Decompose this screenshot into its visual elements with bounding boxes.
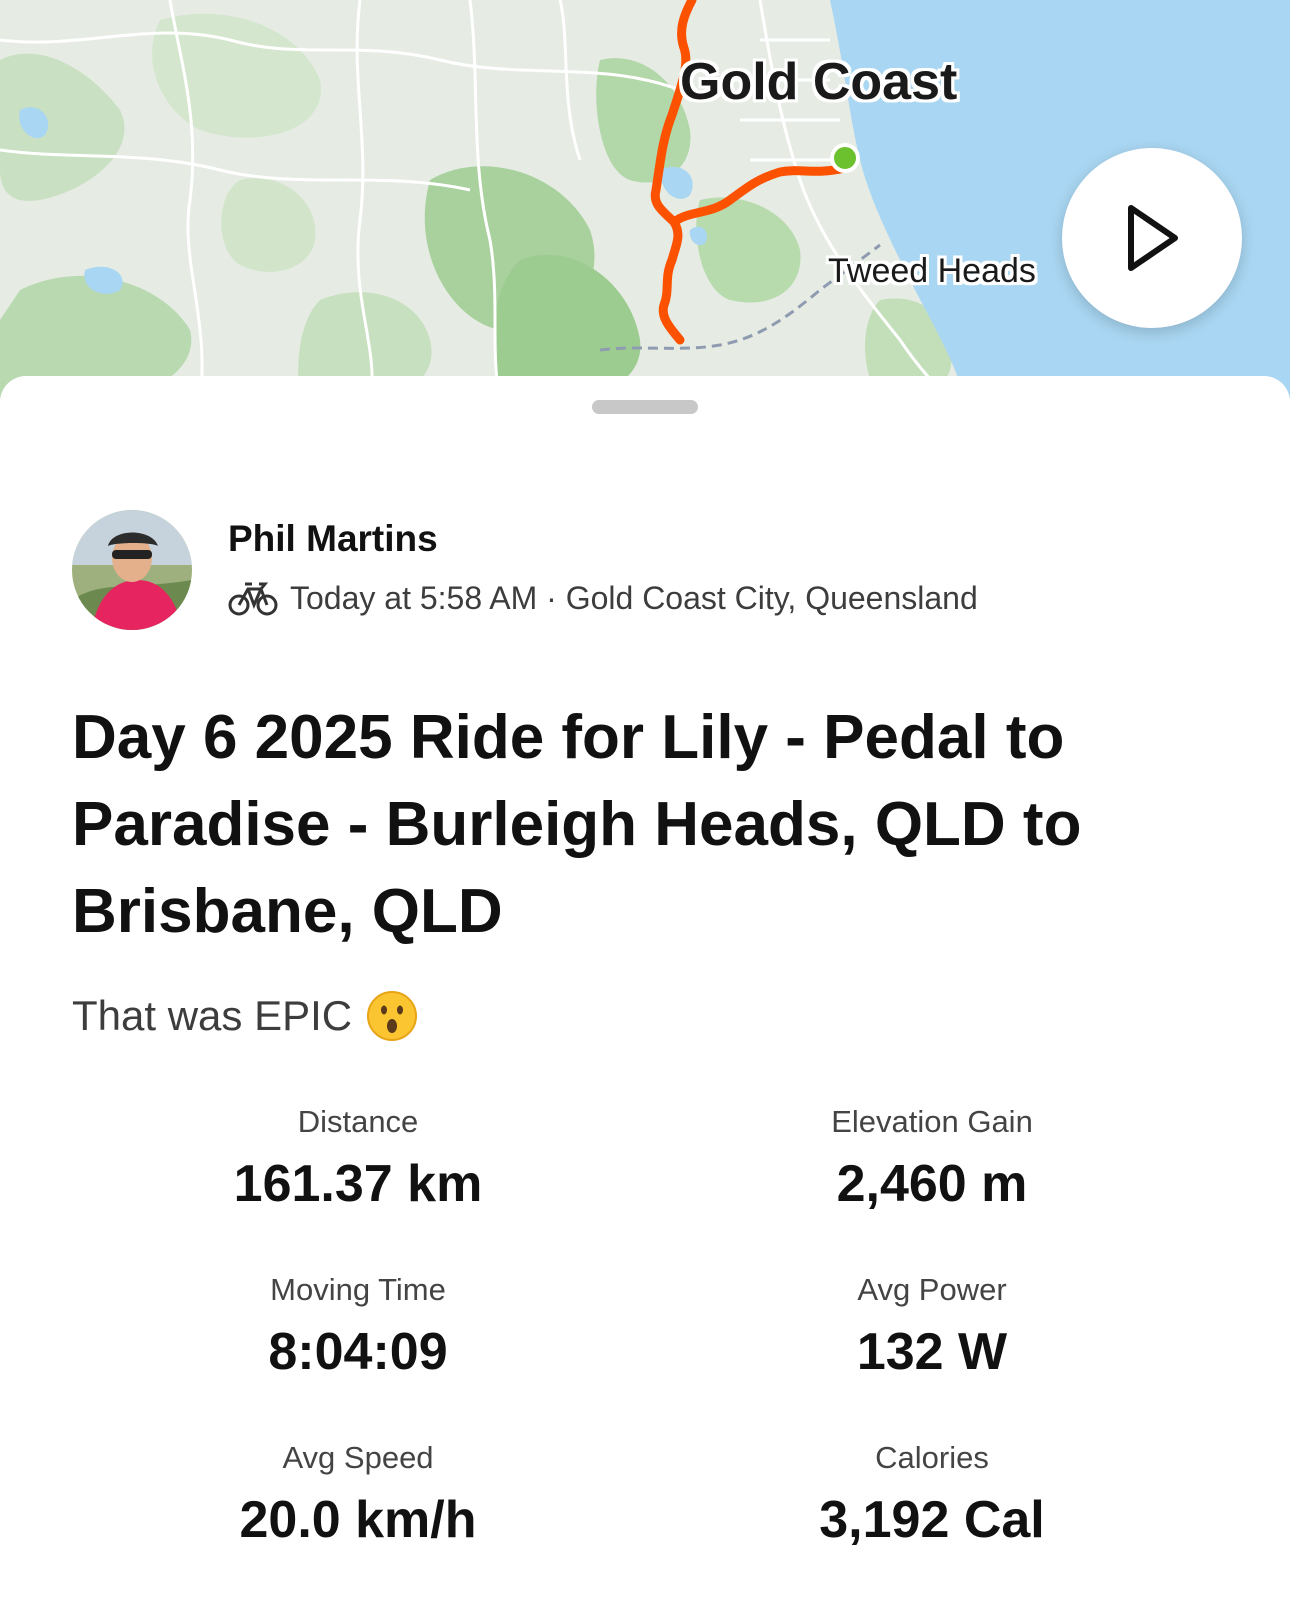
astonished-face-icon [367,991,418,1041]
stat-distance: Distance 161.37 km [58,1102,658,1216]
stat-label: Elevation Gain [831,1104,1033,1139]
map-label-town: Tweed Heads [828,252,1036,290]
stat-label: Calories [875,1440,989,1475]
route-map[interactable]: Gold Coast Tweed Heads [0,0,1290,400]
activity-meta: Today at 5:58 AM · Gold Coast City, Quee… [228,576,978,620]
description-text: That was EPIC [72,992,353,1039]
activity-sheet: Phil Martins Today at 5:58 AM · Gold Coa… [0,376,1290,1612]
stat-calories: Calories 3,192 Cal [632,1438,1232,1552]
stat-elevation-gain: Elevation Gain 2,460 m [632,1102,1232,1216]
activity-title: Day 6 2025 Ride for Lily - Pedal to Para… [72,703,1082,946]
activity-description: That was EPIC [72,988,418,1044]
start-marker [830,143,860,173]
activity-time-location: Today at 5:58 AM · Gold Coast City, Quee… [290,579,978,616]
stat-moving-time: Moving Time 8:04:09 [58,1270,658,1384]
athlete-name[interactable]: Phil Martins [228,518,438,560]
play-icon [1128,205,1178,271]
stat-avg-power: Avg Power 132 W [632,1270,1232,1384]
stat-value: 2,460 m [836,1155,1028,1213]
stat-value: 8:04:09 [268,1323,448,1381]
stat-label: Distance [297,1104,419,1139]
bike-icon [228,582,278,616]
stat-label: Avg Power [857,1272,1007,1307]
stat-value: 161.37 km [233,1155,483,1213]
stat-value: 20.0 km/h [239,1491,477,1549]
stat-avg-speed: Avg Speed 20.0 km/h [58,1438,658,1552]
map-label-city: Gold Coast [680,53,958,111]
play-flyover-button[interactable] [1062,148,1242,328]
avatar[interactable] [72,510,192,630]
stat-value: 132 W [856,1323,1008,1381]
sheet-drag-handle[interactable] [592,400,698,414]
stat-value: 3,192 Cal [819,1491,1045,1549]
stat-label: Avg Speed [282,1440,434,1475]
stat-label: Moving Time [270,1272,446,1307]
